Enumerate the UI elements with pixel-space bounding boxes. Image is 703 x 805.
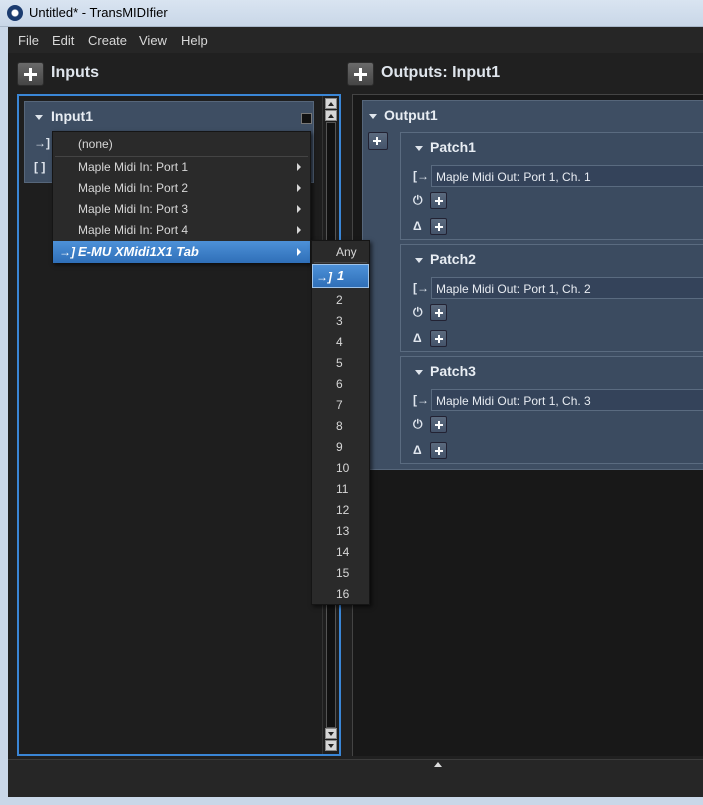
menu-separator [314, 262, 367, 263]
submenu-arrow-icon [297, 248, 301, 256]
channel-item[interactable]: 9 [312, 436, 369, 457]
channel-item[interactable]: 8 [312, 415, 369, 436]
delta-icon: Δ [413, 443, 422, 457]
inputs-heading: Inputs [51, 64, 99, 81]
menu-item[interactable]: (none) [53, 133, 310, 154]
add-transform-button[interactable] [430, 442, 447, 459]
menu-item[interactable]: Maple Midi In: Port 1 [53, 156, 310, 177]
channel-item[interactable]: 15 [312, 562, 369, 583]
menu-item[interactable]: Maple Midi In: Port 3 [53, 198, 310, 219]
output-port-icon: [→ [413, 393, 429, 407]
channel-item[interactable]: 14 [312, 541, 369, 562]
menu-item-selected[interactable]: →] E-MU XMidi1X1 Tab [53, 241, 310, 263]
menu-create[interactable]: Create [88, 33, 127, 48]
menu-item-label: Maple Midi In: Port 3 [78, 202, 189, 216]
app-icon [7, 5, 23, 21]
patch-destination-field[interactable]: Maple Midi Out: Port 1, Ch. 2 [431, 277, 703, 299]
menu-item-label: E-MU XMidi1X1 Tab [78, 244, 199, 259]
output-name: Output1 [384, 107, 438, 123]
window-frame-left [0, 27, 8, 805]
power-icon: ⏻ [413, 193, 423, 207]
add-patch-button[interactable] [368, 132, 388, 150]
collapse-caret-icon[interactable] [369, 114, 377, 119]
channel-item[interactable]: 3 [312, 310, 369, 331]
menu-view[interactable]: View [139, 33, 167, 48]
menu-item-label: Maple Midi In: Port 4 [78, 223, 189, 237]
window-title: Untitled* - TransMIDIfier [29, 5, 168, 20]
add-output-button[interactable] [347, 62, 374, 86]
menu-item-label: Maple Midi In: Port 1 [78, 160, 189, 174]
patch-name: Patch3 [430, 363, 476, 379]
outputs-heading: Outputs: Input1 [381, 64, 501, 81]
expand-panel-icon[interactable] [434, 762, 442, 767]
submenu-arrow-icon [297, 163, 301, 171]
patch-destination-field[interactable]: Maple Midi Out: Port 1, Ch. 3 [431, 389, 703, 411]
patch-name: Patch2 [430, 251, 476, 267]
input-port-menu: (none) Maple Midi In: Port 1 Maple Midi … [52, 131, 311, 263]
scroll-page-down-icon[interactable] [325, 728, 337, 739]
input-filter-icon[interactable]: [ ] [34, 160, 45, 174]
patch-card[interactable]: Patch3 [→ Maple Midi Out: Port 1, Ch. 3 … [400, 356, 703, 464]
channel-item[interactable]: 16 [312, 583, 369, 604]
add-trigger-button[interactable] [430, 416, 447, 433]
input-enable-checkbox[interactable] [301, 113, 312, 124]
delta-icon: Δ [413, 219, 422, 233]
collapse-caret-icon[interactable] [415, 146, 423, 151]
submenu-arrow-icon [297, 226, 301, 234]
channel-item[interactable]: 2 [312, 289, 369, 310]
output-port-icon: [→ [413, 281, 429, 295]
patch-card[interactable]: Patch1 [→ Maple Midi Out: Port 1, Ch. 1 … [400, 132, 703, 240]
power-icon: ⏻ [413, 417, 423, 431]
window-frame-bottom [0, 797, 703, 805]
output-card[interactable]: Output1 Patch1 [→ Maple Midi Out: Port 1… [362, 100, 703, 470]
menu-help[interactable]: Help [181, 33, 208, 48]
channel-item[interactable]: 7 [312, 394, 369, 415]
menu-file[interactable]: File [18, 33, 39, 48]
statusbar [8, 759, 703, 797]
input-selected-icon: →] [59, 245, 75, 259]
menubar: File Edit Create View Help [8, 27, 703, 53]
patch-name: Patch1 [430, 139, 476, 155]
channel-item[interactable]: 11 [312, 478, 369, 499]
power-icon: ⏻ [413, 305, 423, 319]
outputs-panel: Output1 Patch1 [→ Maple Midi Out: Port 1… [352, 94, 703, 756]
add-trigger-button[interactable] [430, 304, 447, 321]
delta-icon: Δ [413, 331, 422, 345]
channel-item-label: 1 [337, 268, 345, 283]
channel-item[interactable]: 4 [312, 331, 369, 352]
menu-item[interactable]: Maple Midi In: Port 2 [53, 177, 310, 198]
channel-item[interactable]: 10 [312, 457, 369, 478]
submenu-arrow-icon [297, 184, 301, 192]
menu-item-label: Maple Midi In: Port 2 [78, 181, 189, 195]
menu-edit[interactable]: Edit [52, 33, 74, 48]
add-input-button[interactable] [17, 62, 44, 86]
channel-submenu: Any →] 1 2 3 4 5 6 7 8 9 10 11 12 13 14 … [311, 240, 370, 605]
scroll-down-icon[interactable] [325, 740, 337, 751]
channel-item-selected[interactable]: →] 1 [312, 264, 369, 288]
channel-item-any[interactable]: Any [312, 241, 369, 262]
scroll-up-icon[interactable] [325, 98, 337, 109]
collapse-caret-icon[interactable] [35, 115, 43, 120]
channel-item[interactable]: 5 [312, 352, 369, 373]
input-port-icon[interactable]: →] [34, 136, 50, 150]
input-selected-icon: →] [316, 270, 332, 284]
collapse-caret-icon[interactable] [415, 370, 423, 375]
window-titlebar: Untitled* - TransMIDIfier [0, 0, 703, 27]
submenu-arrow-icon [297, 205, 301, 213]
output-port-icon: [→ [413, 169, 429, 183]
channel-item[interactable]: 13 [312, 520, 369, 541]
patch-card[interactable]: Patch2 [→ Maple Midi Out: Port 1, Ch. 2 … [400, 244, 703, 352]
patch-destination-field[interactable]: Maple Midi Out: Port 1, Ch. 1 [431, 165, 703, 187]
add-transform-button[interactable] [430, 218, 447, 235]
input-name: Input1 [51, 108, 93, 124]
menu-item[interactable]: Maple Midi In: Port 4 [53, 219, 310, 240]
add-trigger-button[interactable] [430, 192, 447, 209]
scroll-page-up-icon[interactable] [325, 110, 337, 121]
channel-item[interactable]: 12 [312, 499, 369, 520]
add-transform-button[interactable] [430, 330, 447, 347]
collapse-caret-icon[interactable] [415, 258, 423, 263]
channel-item[interactable]: 6 [312, 373, 369, 394]
